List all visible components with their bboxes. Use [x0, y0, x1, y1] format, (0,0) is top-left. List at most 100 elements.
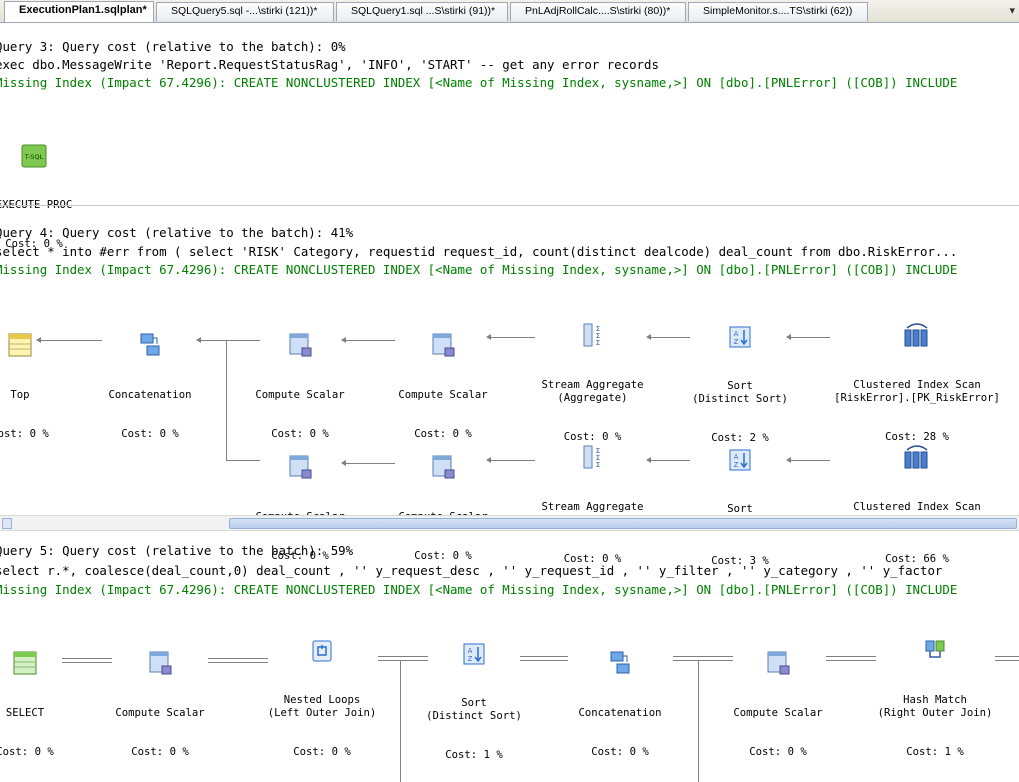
- op-cost: Cost: 0 %: [131, 746, 189, 758]
- op-compute-scalar[interactable]: Compute Scalar Cost: 0 %: [393, 428, 493, 576]
- compute-scalar-icon: [432, 333, 455, 357]
- connector: [208, 662, 268, 663]
- svg-text:A: A: [734, 453, 739, 461]
- scrollbar-thumb[interactable]: [229, 518, 1017, 529]
- op-label: Top: [10, 389, 30, 401]
- connector: [490, 337, 535, 338]
- query4-missing-index[interactable]: Missing Index (Impact 67.4296): CREATE N…: [0, 262, 957, 277]
- connector: [520, 656, 568, 657]
- op-label: Nested Loops (Left Outer Join): [267, 694, 377, 719]
- compute-scalar-icon: [289, 455, 312, 479]
- op-label: Compute Scalar: [398, 389, 488, 401]
- op-label: Compute Scalar: [115, 707, 205, 719]
- select-icon: [13, 651, 37, 675]
- op-compute-scalar[interactable]: Compute Scalar Cost: 0 %: [110, 624, 210, 772]
- op-cost: Cost: 0 %: [293, 746, 351, 758]
- connector: [62, 662, 112, 663]
- tab-sqlquery1[interactable]: SQLQuery1.sql ...S\stirki (91))*: [336, 2, 508, 21]
- op-label: Stream Aggregate (Aggregate): [541, 379, 644, 404]
- svg-text:A: A: [734, 330, 739, 338]
- connector: [826, 660, 876, 661]
- op-cost: Cost: 0 %: [0, 746, 54, 758]
- op-execute-proc[interactable]: T-SQL EXECUTE PROC Cost: 0 %: [0, 118, 74, 264]
- op-sort[interactable]: A Z Sort (Distinct Sort) Cost: 3 %: [690, 422, 790, 581]
- horizontal-scrollbar[interactable]: [0, 515, 1019, 531]
- op-label: Concatenation: [108, 389, 192, 401]
- connector: [378, 660, 428, 661]
- op-hash-match[interactable]: Hash Match (Right Outer Join) Cost: 1 %: [870, 613, 1000, 772]
- svg-text:Σ: Σ: [595, 461, 599, 469]
- concatenation-icon: [140, 333, 160, 356]
- op-cost: Cost: 1 %: [906, 746, 964, 758]
- query5-header: Query 5: Query cost (relative to the bat…: [0, 543, 354, 558]
- tab-simplemonitor[interactable]: SimpleMonitor.s....TS\stirki (62)): [688, 2, 868, 21]
- op-stream-aggregate[interactable]: Σ Σ Σ Stream Aggregate (Aggregate) Cost:…: [530, 418, 655, 579]
- query4-text: select * into #err from ( select 'RISK' …: [0, 244, 958, 259]
- connector: [345, 463, 395, 464]
- hash-match-icon: [925, 640, 945, 658]
- clustered-index-scan-icon: [904, 323, 928, 347]
- clustered-index-scan-icon: [904, 445, 928, 469]
- tab-sqlquery5[interactable]: SQLQuery5.sql -...\stirki (121))*: [156, 2, 334, 21]
- section-divider: [0, 205, 1019, 206]
- sort-icon: A Z: [463, 643, 485, 665]
- sort-icon: A Z: [729, 449, 751, 471]
- op-nested-loops[interactable]: Nested Loops (Left Outer Join) Cost: 0 %: [262, 613, 382, 772]
- svg-text:T-SQL: T-SQL: [24, 153, 44, 161]
- connector: [673, 656, 733, 657]
- op-cost: Cost: 0 %: [121, 428, 179, 440]
- op-label: SELECT: [5, 707, 45, 719]
- sort-icon: A Z: [729, 326, 751, 348]
- connector: [226, 340, 227, 460]
- op-clustered-index-scan[interactable]: Clustered Index Scan [PNLError].[PK_PNLE…: [822, 418, 1012, 579]
- op-cost: Cost: 1 %: [445, 749, 503, 761]
- op-concatenation[interactable]: Concatenation Cost: 0 %: [565, 624, 675, 772]
- svg-text:Z: Z: [734, 461, 739, 469]
- svg-text:Z: Z: [734, 338, 739, 346]
- tab-overflow-icon[interactable]: ▾: [1009, 4, 1015, 17]
- tab-pnladjrollcalc[interactable]: PnLAdjRollCalc....S\stirki (80))*: [510, 2, 686, 21]
- connector: [650, 337, 690, 338]
- connector: [650, 460, 690, 461]
- tab-executionplan1[interactable]: ExecutionPlan1.sqlplan*: [4, 1, 154, 22]
- query5-text: select r.*, coalesce(deal_count,0) deal_…: [0, 563, 943, 578]
- op-cost: Cost: 0 %: [0, 428, 49, 440]
- op-label: Clustered Index Scan [RiskError].[PK_Ris…: [834, 379, 1000, 404]
- stream-aggregate-icon: Σ Σ Σ: [583, 445, 600, 469]
- op-concatenation[interactable]: Concatenation Cost: 0 %: [100, 306, 200, 454]
- op-cost: Cost: 0 %: [591, 746, 649, 758]
- op-label: Sort (Distinct Sort): [692, 380, 788, 405]
- document-tab-strip: ExecutionPlan1.sqlplan* SQLQuery5.sql -.…: [0, 0, 1019, 23]
- connector: [520, 660, 568, 661]
- concatenation-icon: [610, 651, 630, 674]
- op-select[interactable]: SELECT Cost: 0 %: [0, 624, 60, 772]
- op-top[interactable]: Top Cost: 0 %: [0, 306, 50, 454]
- op-cost: Cost: 0 %: [414, 550, 472, 562]
- connector: [673, 660, 733, 661]
- op-label: Compute Scalar: [255, 389, 345, 401]
- op-label: Concatenation: [578, 707, 662, 719]
- connector: [400, 660, 401, 782]
- connector: [490, 460, 535, 461]
- op-sort[interactable]: A Z Sort (Distinct Sort) Cost: 1 %: [424, 616, 524, 775]
- stream-aggregate-icon: Σ Σ Σ: [583, 323, 600, 347]
- connector: [698, 660, 699, 782]
- query3-header: Query 3: Query cost (relative to the bat…: [0, 39, 346, 54]
- op-label: Compute Scalar: [733, 707, 823, 719]
- compute-scalar-icon: [289, 333, 312, 357]
- op-label: Hash Match (Right Outer Join): [877, 694, 993, 719]
- compute-scalar-icon: [432, 455, 455, 479]
- op-cost: Cost: 0 %: [749, 746, 807, 758]
- svg-text:Z: Z: [468, 655, 473, 663]
- scroll-left-button[interactable]: [2, 518, 12, 529]
- connector: [826, 656, 876, 657]
- top-icon: [8, 333, 32, 357]
- query5-missing-index[interactable]: Missing Index (Impact 67.4296): CREATE N…: [0, 582, 957, 597]
- query4-header: Query 4: Query cost (relative to the bat…: [0, 225, 354, 240]
- svg-text:Σ: Σ: [595, 339, 599, 347]
- query3-text: exec dbo.MessageWrite 'Report.RequestSta…: [0, 57, 659, 72]
- nested-loops-icon: [312, 640, 332, 662]
- op-compute-scalar[interactable]: Compute Scalar Cost: 0 %: [728, 624, 828, 772]
- query3-missing-index[interactable]: Missing Index (Impact 67.4296): CREATE N…: [0, 75, 957, 90]
- connector: [208, 658, 268, 659]
